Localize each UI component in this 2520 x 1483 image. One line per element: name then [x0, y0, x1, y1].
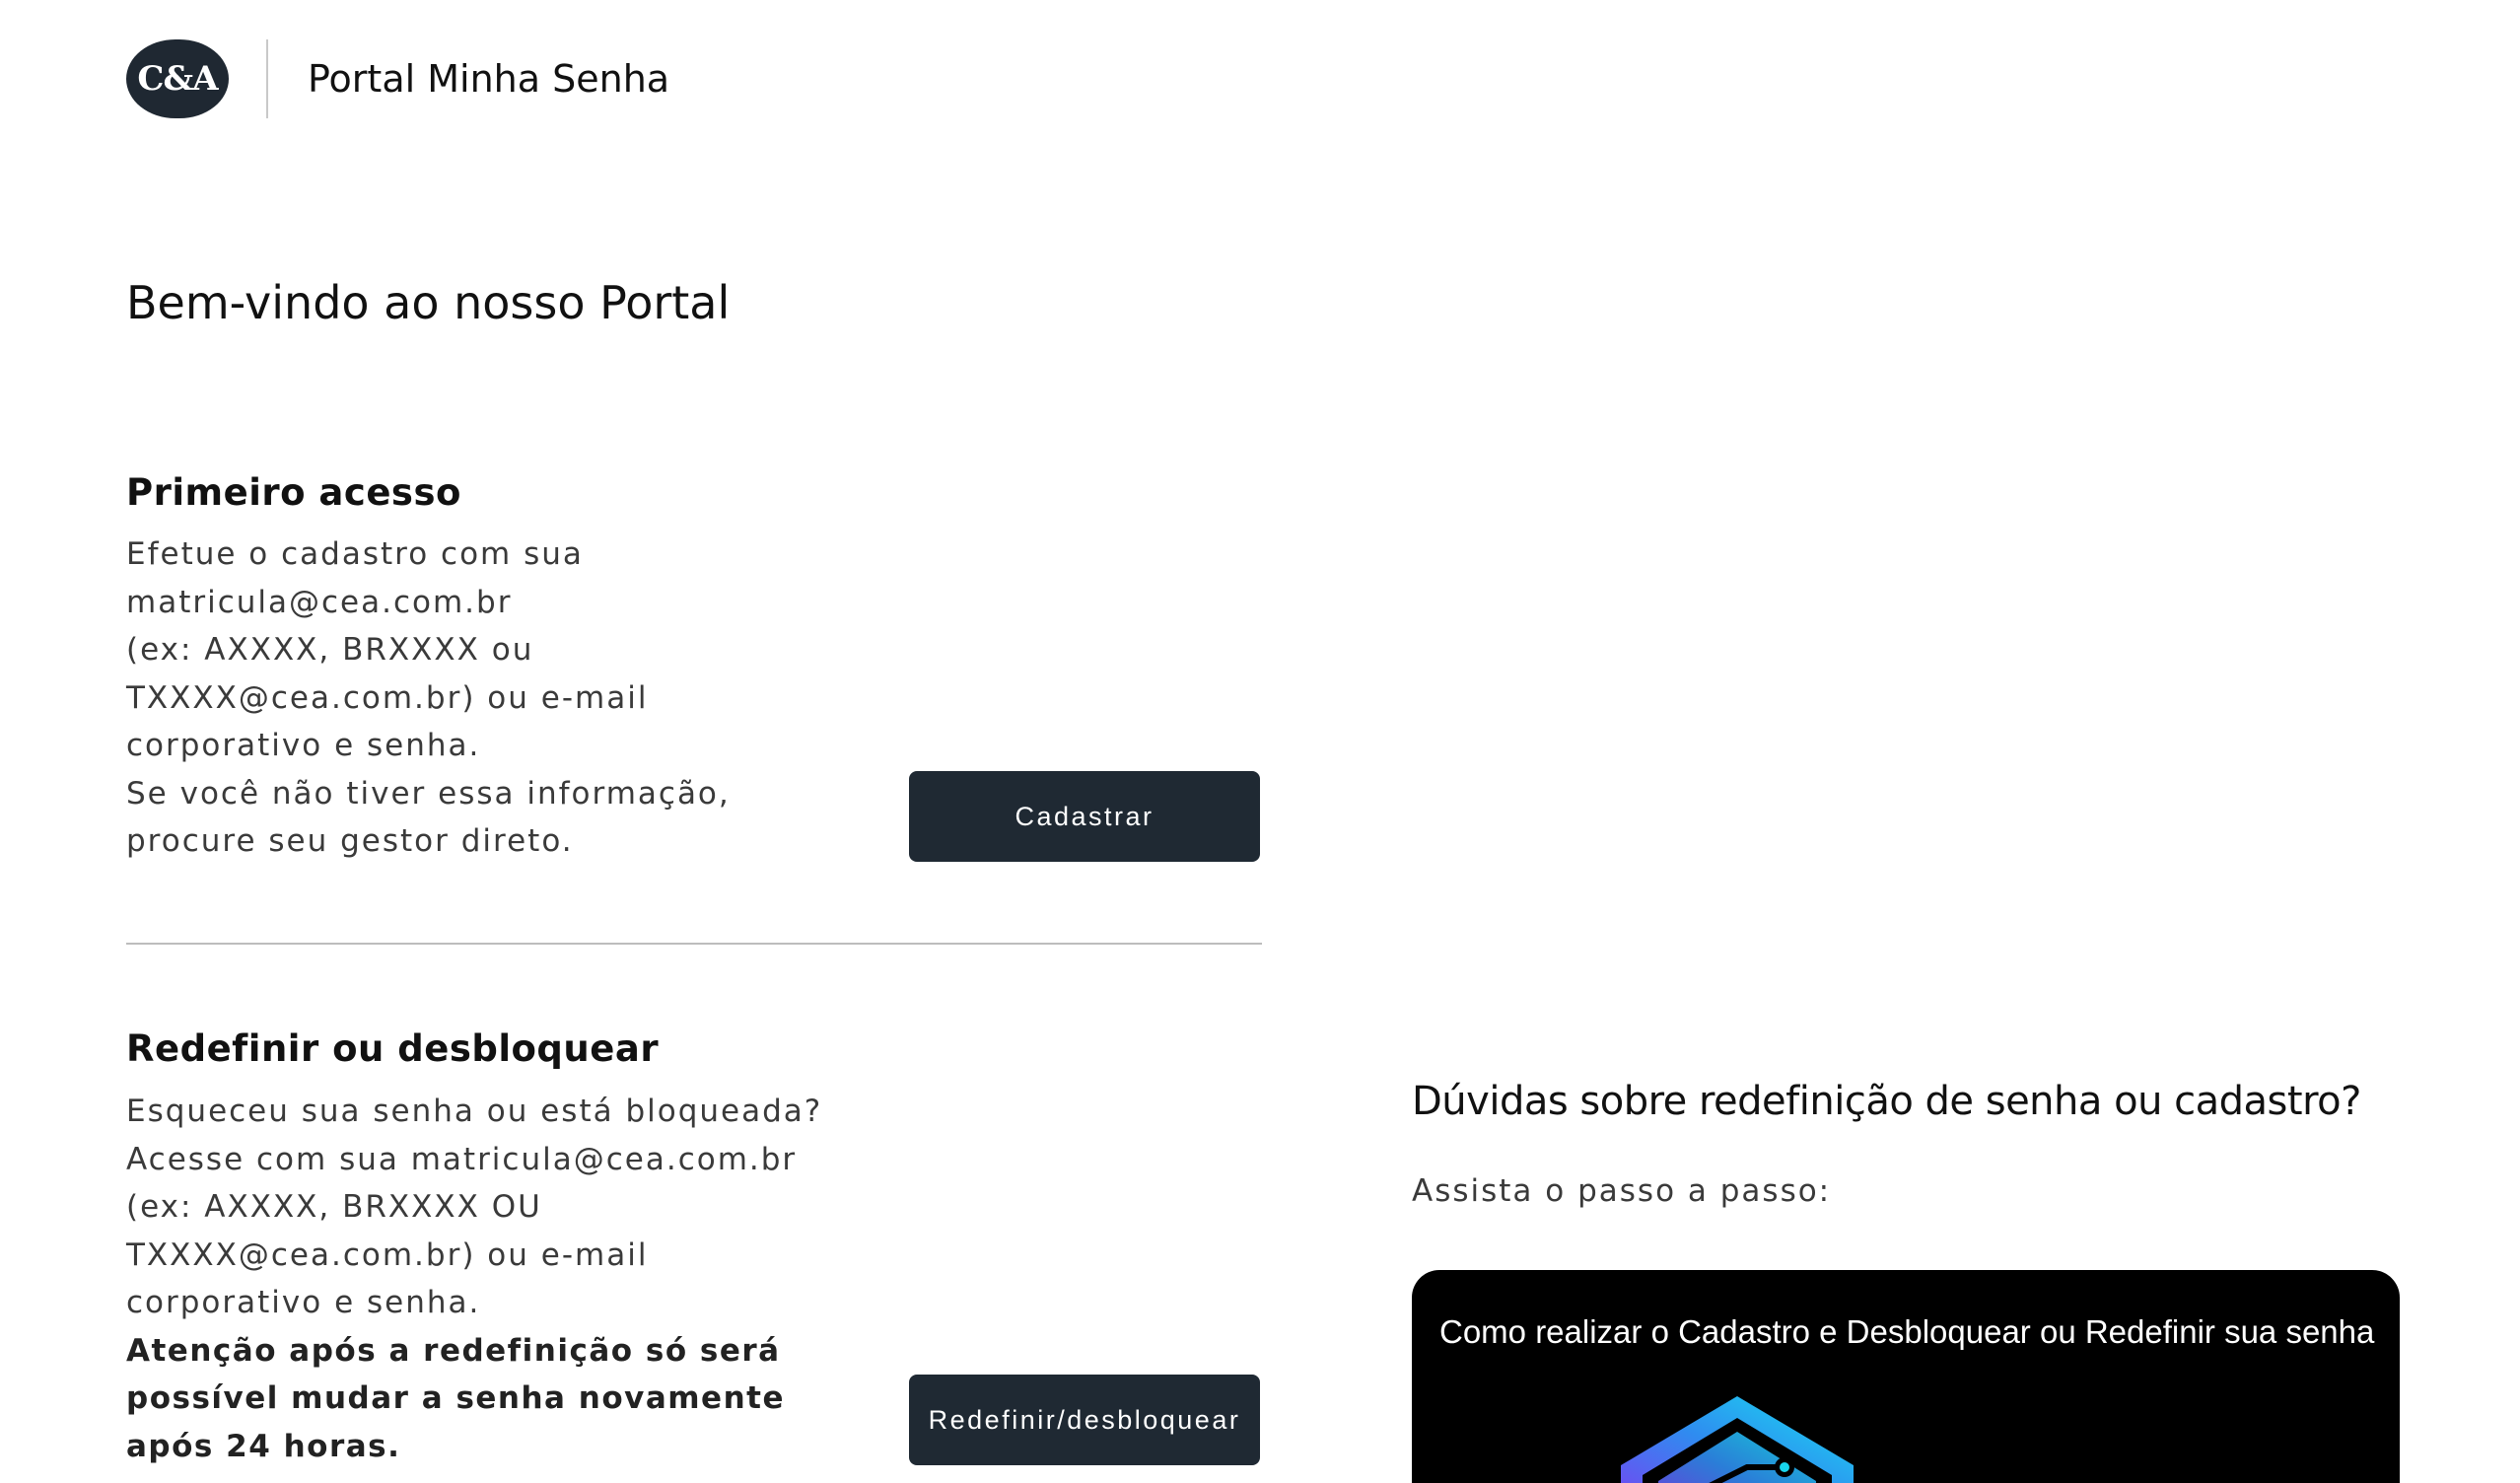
reset-line: corporativo e senha. — [126, 1285, 481, 1320]
reset-line: (ex: AXXXX, BRXXXX OU — [126, 1189, 542, 1225]
header: C&A Portal Minha Senha — [126, 37, 669, 120]
first-access-line: Efetue o cadastro com sua — [126, 536, 584, 572]
portal-title: Portal Minha Senha — [308, 57, 670, 101]
first-access-title: Primeiro acesso — [126, 471, 461, 514]
first-access-line: Se você não tiver essa informação, — [126, 775, 731, 812]
reset-warning-line: Atenção após a redefinição só será — [126, 1332, 781, 1369]
first-access-line: TXXXX@cea.com.br) ou e-mail — [126, 679, 649, 716]
reset-unlock-button[interactable]: Redefinir/desbloquear — [909, 1375, 1260, 1465]
video-title: Como realizar o Cadastro e Desbloquear o… — [1439, 1313, 2375, 1350]
help-title: Dúvidas sobre redefinição de senha ou ca… — [1412, 1079, 2361, 1124]
reset-line: Acesse com sua matricula@cea.com.br — [126, 1141, 798, 1177]
help-subtitle: Assista o passo a passo: — [1412, 1173, 1832, 1209]
first-access-description: Efetue o cadastro com sua matricula@cea.… — [126, 530, 836, 866]
first-access-line: procure seu gestor direto. — [126, 823, 574, 859]
circuit-shield-icon — [1621, 1396, 1854, 1483]
reset-warning-line: após 24 horas. — [126, 1428, 401, 1464]
reset-line: TXXXX@cea.com.br) ou e-mail — [126, 1236, 649, 1273]
first-access-line: corporativo e senha. — [126, 728, 481, 763]
first-access-line: (ex: AXXXX, BRXXXX ou — [126, 632, 534, 668]
reset-warning-line: possível mudar a senha novamente — [126, 1380, 785, 1416]
brand-logo[interactable]: C&A — [126, 39, 229, 118]
page-title: Bem-vindo ao nosso Portal — [126, 276, 731, 329]
page: C&A Portal Minha Senha Bem-vindo ao noss… — [0, 0, 2520, 1483]
register-button[interactable]: Cadastrar — [909, 771, 1260, 862]
header-divider — [266, 39, 268, 118]
first-access-line: matricula@cea.com.br — [126, 584, 513, 620]
tutorial-video[interactable]: Como realizar o Cadastro e Desbloquear o… — [1412, 1270, 2400, 1483]
reset-title: Redefinir ou desbloquear — [126, 1027, 660, 1070]
logo-text: C&A — [137, 59, 218, 99]
section-divider — [126, 943, 1262, 945]
reset-line: Esqueceu sua senha ou está bloqueada? — [126, 1094, 823, 1129]
reset-description: Esqueceu sua senha ou está bloqueada? Ac… — [126, 1088, 836, 1470]
